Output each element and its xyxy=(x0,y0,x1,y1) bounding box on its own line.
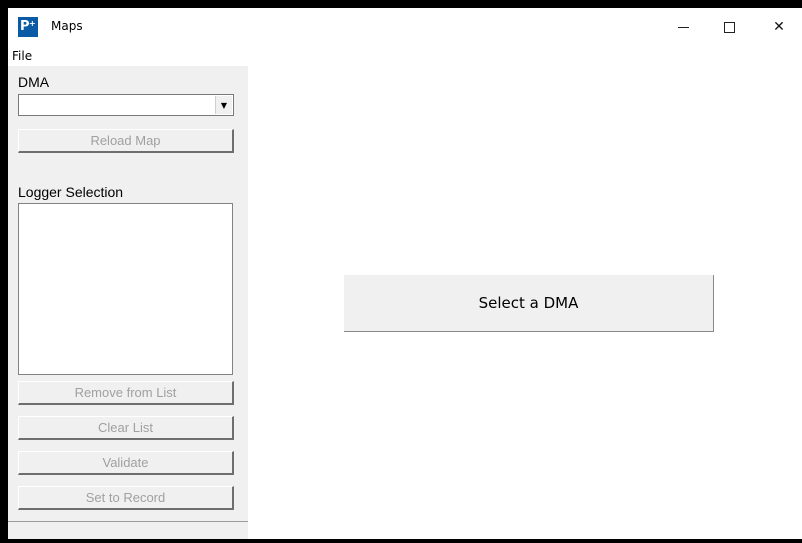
minimize-button[interactable] xyxy=(660,8,706,46)
remove-from-list-button[interactable]: Remove from List xyxy=(18,381,234,405)
minimize-icon xyxy=(677,26,689,28)
title-bar[interactable]: P + Maps ✕ xyxy=(8,8,802,46)
menu-bar: File xyxy=(8,46,802,65)
maximize-button[interactable] xyxy=(706,8,752,46)
window-title: Maps xyxy=(51,19,83,33)
status-bar xyxy=(8,521,248,539)
dma-combobox[interactable]: ▼ xyxy=(18,94,234,116)
select-dma-button[interactable]: Select a DMA xyxy=(344,275,714,332)
reload-map-button[interactable]: Reload Map xyxy=(18,129,234,153)
logger-selection-label: Logger Selection xyxy=(18,184,124,200)
dropdown-arrow: ▼ xyxy=(220,100,228,110)
menu-file[interactable]: File xyxy=(12,49,32,63)
close-icon: ✕ xyxy=(773,19,785,35)
app-icon: P + xyxy=(18,17,38,37)
logger-selection-list[interactable] xyxy=(18,203,233,375)
validate-button[interactable]: Validate xyxy=(18,451,234,475)
maximize-icon xyxy=(723,21,735,33)
maps-window: P + Maps ✕ File DMA ▼ Reload Map Logger S… xyxy=(8,8,802,539)
close-button[interactable]: ✕ xyxy=(756,8,802,46)
chevron-down-icon[interactable]: ▼ xyxy=(215,96,232,114)
dma-label: DMA xyxy=(18,74,50,90)
clear-list-button[interactable]: Clear List xyxy=(18,416,234,440)
app-icon-plus: + xyxy=(29,19,36,28)
left-panel: DMA ▼ Reload Map Logger Selection Remove… xyxy=(8,66,248,539)
map-area[interactable]: Select a DMA xyxy=(248,66,802,539)
set-to-record-button[interactable]: Set to Record xyxy=(18,486,234,510)
